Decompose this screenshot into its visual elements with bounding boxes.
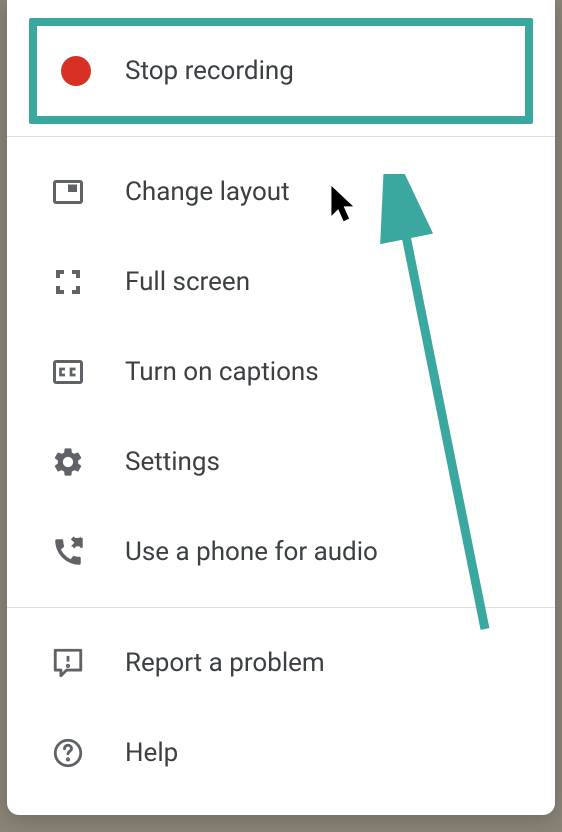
feedback-icon <box>47 642 89 684</box>
stop-recording-label: Stop recording <box>125 56 294 86</box>
menu-section-main: Change layout Full screen Turn on captio… <box>7 137 555 607</box>
full-screen-label: Full screen <box>125 267 250 297</box>
help-label: Help <box>125 738 178 768</box>
change-layout-label: Change layout <box>125 177 290 207</box>
help-icon <box>47 732 89 774</box>
change-layout-item[interactable]: Change layout <box>7 147 555 237</box>
captions-label: Turn on captions <box>125 357 319 387</box>
phone-audio-label: Use a phone for audio <box>125 537 378 567</box>
gear-icon <box>47 441 89 483</box>
captions-item[interactable]: Turn on captions <box>7 327 555 417</box>
phone-audio-item[interactable]: Use a phone for audio <box>7 507 555 597</box>
options-menu: Stop recording Change layout Full screen <box>7 0 555 815</box>
full-screen-item[interactable]: Full screen <box>7 237 555 327</box>
layout-icon <box>47 171 89 213</box>
settings-item[interactable]: Settings <box>7 417 555 507</box>
fullscreen-icon <box>47 261 89 303</box>
stop-recording-item[interactable]: Stop recording <box>37 26 525 116</box>
report-problem-label: Report a problem <box>125 648 325 678</box>
phone-icon <box>47 531 89 573</box>
cursor-pointer-icon <box>331 186 359 224</box>
captions-icon <box>47 351 89 393</box>
help-item[interactable]: Help <box>7 708 555 798</box>
highlighted-item: Stop recording <box>29 18 533 124</box>
settings-label: Settings <box>125 447 220 477</box>
menu-section-footer: Report a problem Help <box>7 608 555 808</box>
record-icon <box>55 50 97 92</box>
report-problem-item[interactable]: Report a problem <box>7 618 555 708</box>
